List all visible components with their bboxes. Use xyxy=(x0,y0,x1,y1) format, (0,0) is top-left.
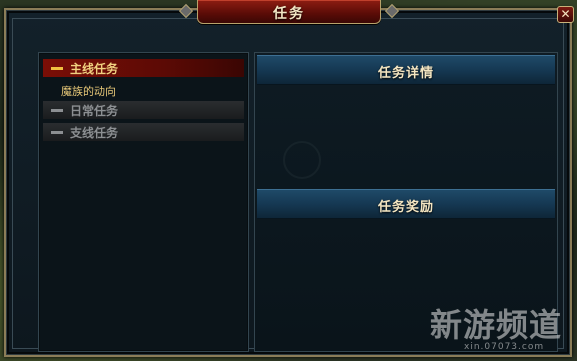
quest-item-demon-movement[interactable]: 魔族的动向 xyxy=(61,83,116,99)
category-side-quest[interactable]: 支线任务 xyxy=(43,123,244,141)
category-daily-quest[interactable]: 日常任务 xyxy=(43,101,244,119)
collapse-icon xyxy=(51,109,63,112)
rewards-header-label: 任务奖励 xyxy=(377,200,434,215)
collapse-icon xyxy=(51,67,63,70)
watermark-url: xin.07073.com xyxy=(464,342,545,352)
window-title: 任务 xyxy=(273,6,305,22)
emblem-watermark-icon xyxy=(283,141,321,179)
watermark-main-text: 新游频道 xyxy=(430,306,563,344)
close-button[interactable]: ✕ xyxy=(557,6,574,23)
site-watermark: 新游频道 xin.07073.com xyxy=(430,300,570,356)
category-label: 主线任务 xyxy=(70,62,119,76)
category-label: 日常任务 xyxy=(70,104,119,118)
collapse-icon xyxy=(51,131,63,134)
category-label: 支线任务 xyxy=(70,126,119,140)
details-header: 任务详情 xyxy=(257,55,555,85)
details-header-label: 任务详情 xyxy=(377,66,434,81)
window-title-tab: 任务 xyxy=(197,0,381,24)
rewards-header: 任务奖励 xyxy=(257,189,555,219)
category-main-quest[interactable]: 主线任务 xyxy=(43,59,244,77)
quest-list-panel: 主线任务 魔族的动向 日常任务 支线任务 xyxy=(38,52,249,352)
